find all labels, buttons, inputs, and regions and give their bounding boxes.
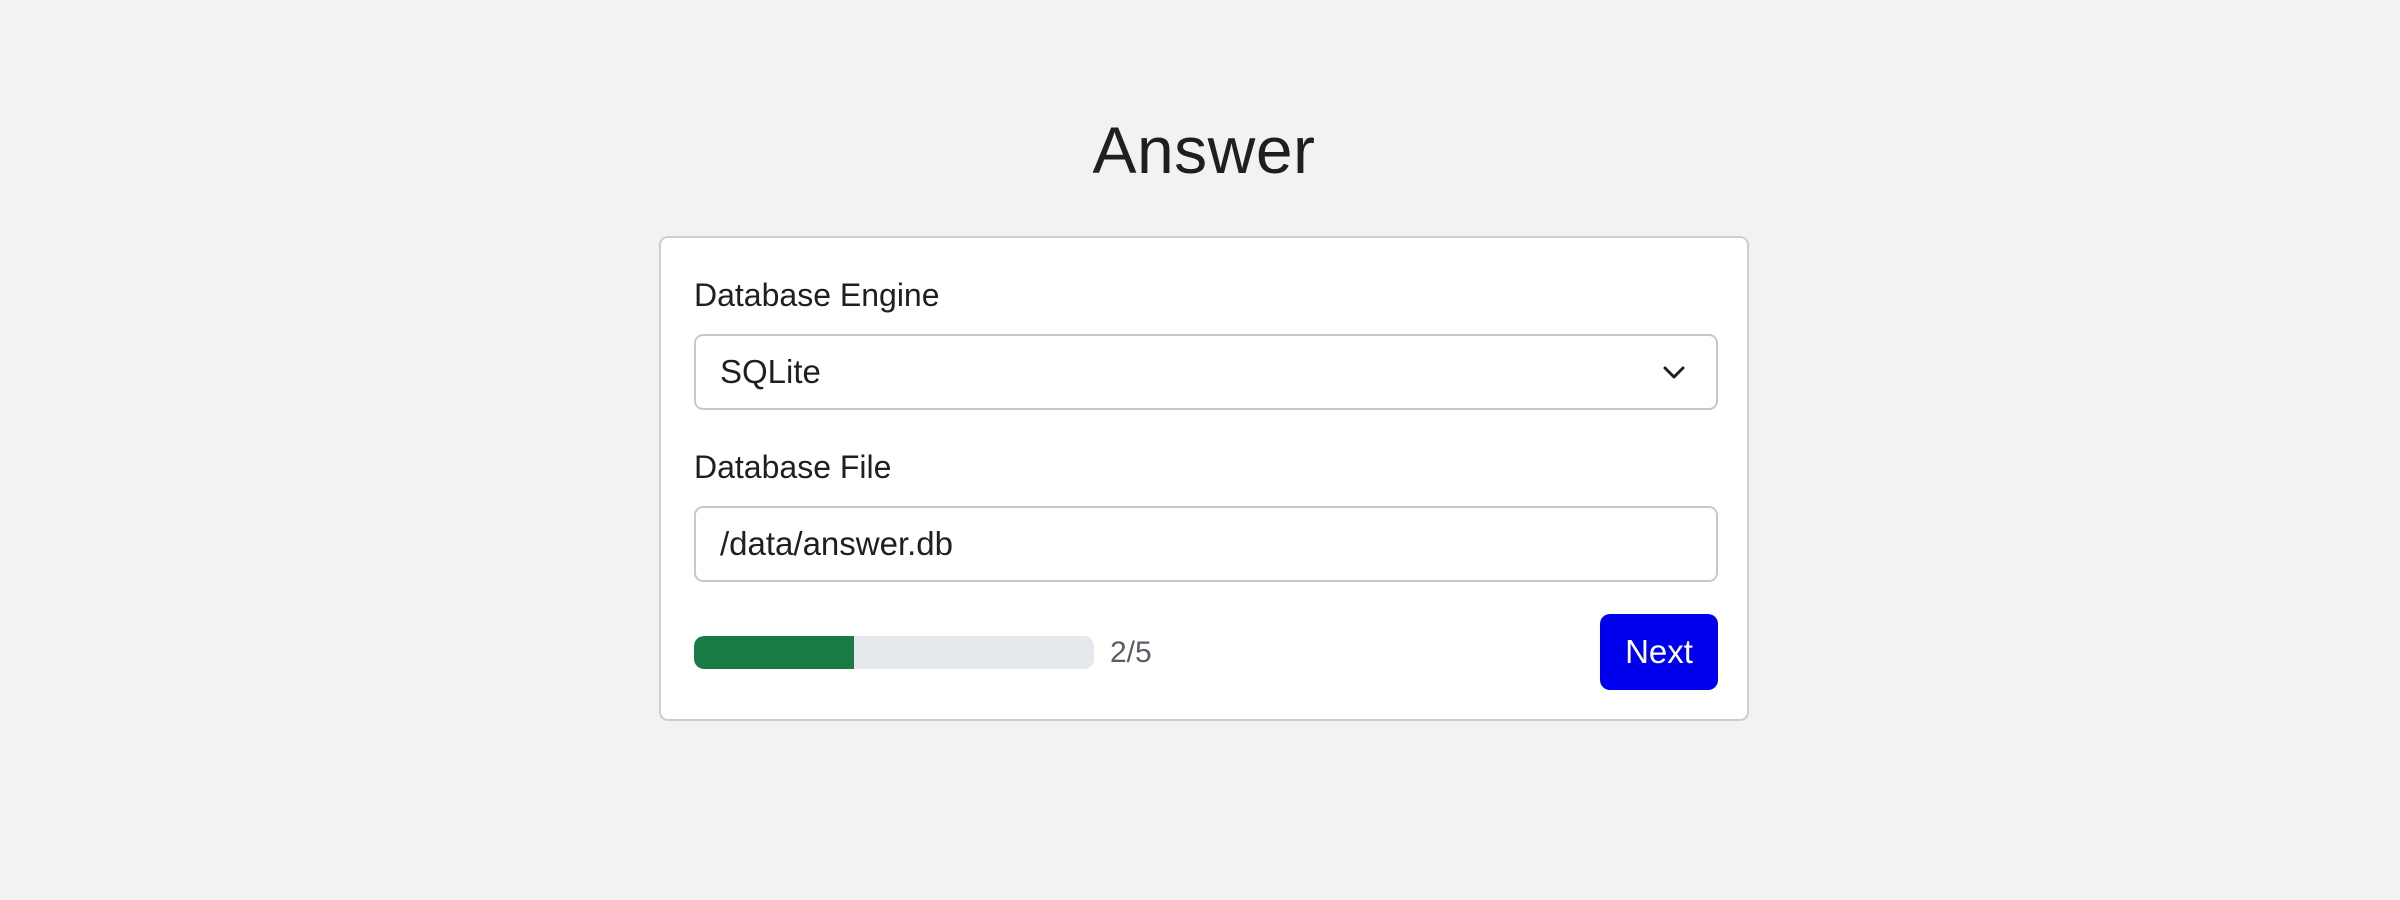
progress-bar-fill: [694, 636, 854, 669]
form-card: Database Engine SQLite Database File 2/5…: [659, 236, 1749, 721]
database-engine-selected-value: SQLite: [720, 353, 821, 390]
database-file-label: Database File: [694, 449, 892, 485]
database-engine-label: Database Engine: [694, 277, 940, 313]
progress-text: 2/5: [1110, 636, 1152, 669]
page: Answer Database Engine SQLite Database F…: [0, 0, 2400, 900]
next-button[interactable]: Next: [1600, 614, 1718, 690]
database-file-input[interactable]: [694, 506, 1718, 582]
database-engine-select[interactable]: SQLite: [694, 334, 1718, 410]
page-title: Answer: [1092, 113, 1316, 187]
chevron-down-icon: [1663, 366, 1685, 379]
progress-bar: [694, 636, 1094, 669]
